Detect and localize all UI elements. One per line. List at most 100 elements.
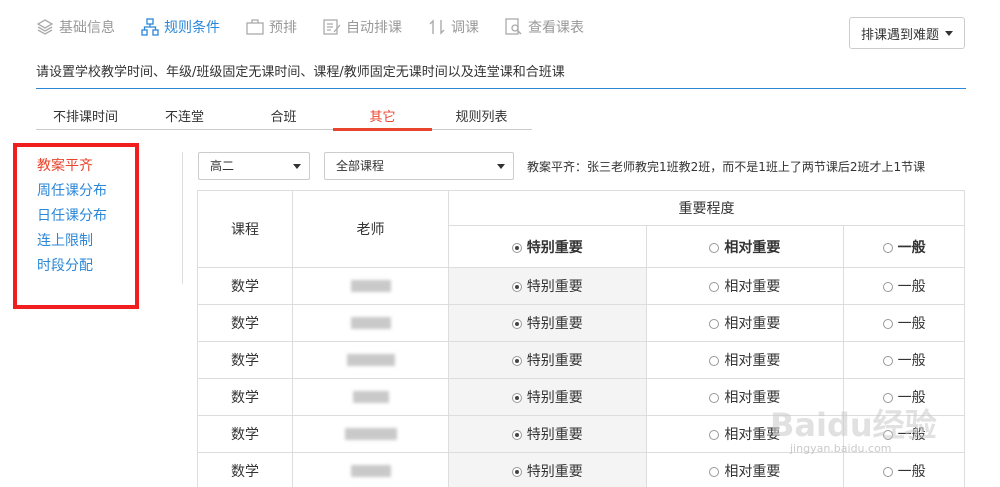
- chevron-down-icon: [497, 164, 505, 169]
- course-select[interactable]: 全部课程: [324, 152, 514, 180]
- radio-icon: [709, 242, 720, 253]
- menu-item-consecutive-limit[interactable]: 连上限制: [37, 230, 107, 255]
- option-very-important[interactable]: 特别重要: [448, 304, 647, 342]
- cell-course: 数学: [197, 341, 293, 379]
- table-row: 数学 特别重要 相对重要 一般: [197, 341, 965, 379]
- nav-view-schedule[interactable]: 查看课表: [505, 17, 584, 37]
- radio-icon: [882, 319, 893, 329]
- header-level-very-important[interactable]: 特别重要: [448, 225, 647, 268]
- table-row: 数学 特别重要 相对重要 一般: [197, 304, 965, 342]
- menu-item-weekly-distribution[interactable]: 周任课分布: [37, 180, 107, 205]
- option-very-important[interactable]: 特别重要: [448, 267, 647, 305]
- layers-icon: [36, 19, 54, 35]
- tab-rule-list[interactable]: 规则列表: [432, 108, 531, 129]
- option-relatively-important[interactable]: 相对重要: [645, 304, 845, 342]
- cell-course: 数学: [197, 452, 293, 487]
- page-description: 请设置学校教学时间、年级/班级固定无课时间、课程/教师固定无课时间以及连堂课和合…: [36, 65, 565, 80]
- tab-no-consecutive[interactable]: 不连堂: [135, 108, 234, 129]
- option-very-important[interactable]: 特别重要: [448, 415, 647, 453]
- option-relatively-important[interactable]: 相对重要: [645, 267, 845, 305]
- option-normal[interactable]: 一般: [843, 267, 965, 305]
- radio-icon: [709, 430, 720, 440]
- radio-icon: [709, 282, 720, 292]
- option-label: 特别重要: [526, 464, 583, 480]
- radio-icon: [511, 242, 522, 253]
- option-label: 特别重要: [526, 353, 583, 369]
- course-value: 全部课程: [336, 159, 385, 173]
- swap-icon: [429, 19, 445, 35]
- option-label: 相对重要: [724, 279, 781, 295]
- option-label: 一般: [897, 279, 926, 295]
- blurred-name: [350, 465, 391, 477]
- option-label: 一般: [897, 316, 926, 332]
- option-label: 相对重要: [724, 464, 781, 480]
- rule-hint: 教案平齐：张三老师教完1班教2班，而不是1班上了两节课后2班才上1节课: [527, 160, 926, 174]
- option-very-important[interactable]: 特别重要: [448, 452, 647, 487]
- cell-teacher: [292, 452, 449, 487]
- radio-icon: [882, 356, 893, 366]
- option-label: 特别重要: [526, 427, 583, 443]
- nav-label: 预排: [269, 20, 297, 36]
- radio-icon: [709, 356, 720, 366]
- nav-label: 基础信息: [59, 20, 115, 36]
- cell-teacher: [292, 415, 449, 453]
- header-level-normal[interactable]: 一般: [843, 225, 965, 268]
- table-row: 数学 特别重要 相对重要 一般: [197, 267, 965, 305]
- level-label: 特别重要: [526, 239, 583, 256]
- option-relatively-important[interactable]: 相对重要: [645, 452, 845, 487]
- radio-icon: [511, 282, 522, 292]
- nav-prearrange[interactable]: 预排: [246, 17, 297, 37]
- menu-item-period-allocation[interactable]: 时段分配: [37, 255, 107, 280]
- radio-icon: [511, 393, 522, 403]
- cell-teacher: [292, 267, 449, 305]
- radio-icon: [882, 282, 893, 292]
- option-label: 相对重要: [724, 353, 781, 369]
- table-row: 数学 特别重要 相对重要 一般: [197, 452, 965, 487]
- blurred-name: [344, 428, 397, 440]
- sitemap-icon: [141, 18, 159, 36]
- option-normal[interactable]: 一般: [843, 304, 965, 342]
- nav-adjust[interactable]: 调课: [428, 17, 479, 37]
- nav-basic-info[interactable]: 基础信息: [36, 17, 115, 37]
- radio-icon: [709, 319, 720, 329]
- caret-down-icon: [945, 30, 953, 36]
- option-relatively-important[interactable]: 相对重要: [645, 341, 845, 379]
- option-very-important[interactable]: 特别重要: [448, 378, 647, 416]
- header-importance: 重要程度: [448, 190, 965, 226]
- cell-teacher: [292, 378, 449, 416]
- tab-no-class-time[interactable]: 不排课时间: [36, 108, 135, 129]
- level-label: 相对重要: [724, 239, 781, 256]
- grade-select[interactable]: 高二: [198, 152, 310, 180]
- grade-value: 高二: [210, 159, 235, 173]
- cell-course: 数学: [197, 378, 293, 416]
- nav-auto-schedule[interactable]: 自动排课: [323, 17, 402, 37]
- watermark-logo: Baidu经验: [770, 406, 937, 444]
- radio-icon: [709, 393, 720, 403]
- tab-other[interactable]: 其它: [333, 108, 432, 131]
- header-level-relatively-important[interactable]: 相对重要: [645, 225, 845, 268]
- trouble-dropdown-button[interactable]: 排课遇到难题: [849, 17, 965, 49]
- blurred-name: [350, 280, 391, 292]
- tab-merge-class[interactable]: 合班: [234, 108, 333, 129]
- option-normal[interactable]: 一般: [843, 452, 965, 487]
- radio-icon: [511, 430, 522, 440]
- option-normal[interactable]: 一般: [843, 341, 965, 379]
- radio-icon: [709, 467, 720, 477]
- level-label: 一般: [897, 239, 926, 256]
- radio-icon: [511, 356, 522, 366]
- briefcase-icon: [246, 19, 264, 35]
- nav-label: 自动排课: [346, 20, 402, 36]
- header-course: 课程: [197, 190, 293, 268]
- radio-icon: [882, 467, 893, 477]
- menu-item-daily-distribution[interactable]: 日任课分布: [37, 205, 107, 230]
- menu-item-plan-align[interactable]: 教案平齐: [37, 155, 107, 180]
- option-very-important[interactable]: 特别重要: [448, 341, 647, 379]
- radio-icon: [511, 319, 522, 329]
- cell-course: 数学: [197, 304, 293, 342]
- option-label: 特别重要: [526, 279, 583, 295]
- nav-label: 调课: [451, 20, 479, 36]
- divider: [36, 88, 966, 89]
- nav-rules[interactable]: 规则条件: [141, 17, 220, 37]
- watermark-url: jingyan.baidu.com: [790, 442, 892, 455]
- blurred-name: [352, 391, 389, 403]
